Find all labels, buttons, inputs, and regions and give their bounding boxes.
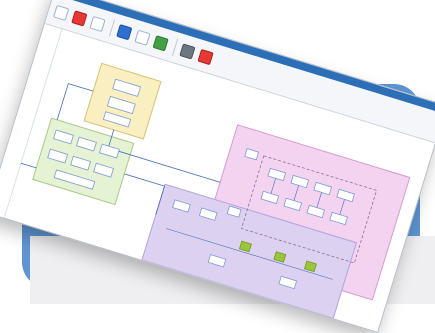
flag-button[interactable] (197, 48, 214, 65)
link-line (20, 162, 37, 169)
export-button[interactable] (179, 42, 196, 60)
toolbar-separator (171, 38, 179, 56)
close-button[interactable] (71, 9, 88, 27)
toolbar-separator (108, 19, 116, 37)
open-button[interactable] (53, 4, 70, 21)
save-button[interactable] (89, 15, 106, 32)
layout-button[interactable] (116, 23, 133, 40)
run-button[interactable] (152, 34, 169, 51)
connect-button[interactable] (134, 29, 151, 46)
